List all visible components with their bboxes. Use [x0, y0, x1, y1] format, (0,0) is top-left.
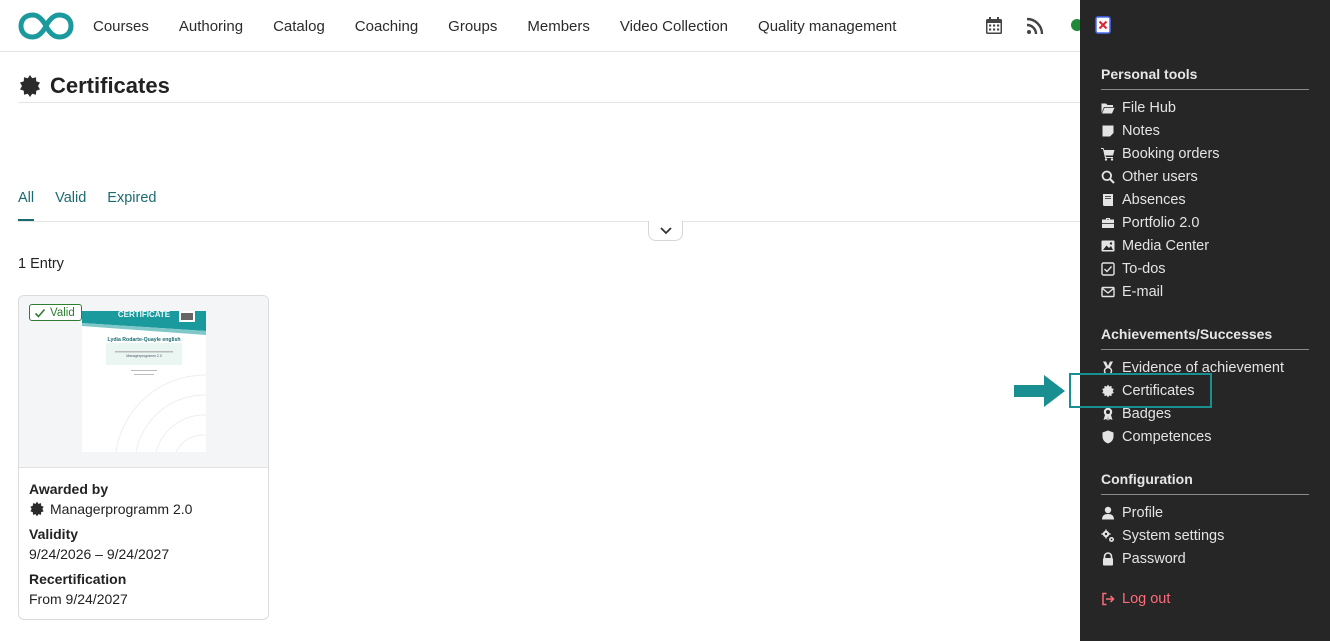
envelope-icon [1101, 286, 1115, 298]
recertification-label: Recertification [29, 571, 127, 587]
award-ribbon-icon [1103, 407, 1113, 421]
menu-profile[interactable]: Profile [1101, 503, 1163, 523]
menu-file-hub[interactable]: File Hub [1101, 98, 1176, 118]
main-nav-links: Courses Authoring Catalog Coaching Group… [93, 0, 926, 52]
awarded-by-label: Awarded by [29, 481, 109, 497]
menu-absences[interactable]: Absences [1101, 190, 1186, 210]
status-badge: Valid [29, 304, 82, 321]
status-badge-label: Valid [50, 306, 75, 319]
menu-email[interactable]: E-mail [1101, 282, 1163, 302]
menu-media-center[interactable]: Media Center [1101, 236, 1209, 256]
tab-expired[interactable]: Expired [107, 190, 156, 222]
note-icon [1102, 125, 1114, 137]
certificate-seal-icon [30, 501, 44, 517]
logout-link[interactable]: Log out [1101, 589, 1170, 609]
folder-open-icon [1101, 103, 1115, 114]
menu-password[interactable]: Password [1101, 549, 1186, 569]
chevron-down-icon [659, 226, 672, 234]
menu-other-users[interactable]: Other users [1101, 167, 1198, 187]
tab-all[interactable]: All [18, 190, 35, 222]
nav-coaching[interactable]: Coaching [355, 18, 418, 35]
shopping-cart-icon [1101, 148, 1115, 161]
shield-icon [1102, 430, 1114, 444]
close-panel-icon[interactable] [1095, 16, 1111, 34]
tab-valid[interactable]: Valid [55, 190, 86, 222]
expand-filters-button[interactable] [648, 221, 683, 241]
gears-icon [1101, 529, 1114, 542]
image-icon [1101, 240, 1115, 252]
annotation-arrow-icon [1014, 375, 1065, 407]
menu-to-dos[interactable]: To-dos [1101, 259, 1166, 279]
menu-portfolio[interactable]: Portfolio 2.0 [1101, 213, 1199, 233]
user-icon [1102, 506, 1114, 520]
nav-members[interactable]: Members [527, 18, 590, 35]
section-configuration: Configuration [1101, 471, 1309, 495]
rss-icon[interactable] [1025, 16, 1045, 36]
openolat-logo-icon[interactable] [18, 11, 74, 41]
section-personal-tools: Personal tools [1101, 66, 1309, 90]
nav-catalog[interactable]: Catalog [273, 18, 325, 35]
nav-video-collection[interactable]: Video Collection [620, 18, 728, 35]
menu-notes[interactable]: Notes [1101, 121, 1160, 141]
book-icon [1103, 194, 1113, 206]
briefcase-icon [1102, 218, 1114, 228]
thumbnail-program: Managerprogramm 2.0 [126, 354, 162, 358]
certificate-thumbnail: CERTIFICATE Lydia Rodarte-Quayle english… [82, 311, 206, 452]
awarded-by-text: Managerprogramm 2.0 [50, 501, 193, 517]
section-achievements: Achievements/Successes [1101, 326, 1309, 350]
validity-value: 9/24/2026 – 9/24/2027 [29, 546, 170, 562]
menu-competences[interactable]: Competences [1101, 427, 1211, 447]
certificate-card[interactable]: CERTIFICATE Lydia Rodarte-Quayle english… [18, 295, 269, 620]
awarded-by-value: Managerprogramm 2.0 [29, 499, 259, 519]
thumbnail-recipient: Lydia Rodarte-Quayle english [107, 337, 180, 343]
search-icon [1101, 170, 1115, 184]
tabs-divider [18, 221, 1080, 222]
menu-booking-orders[interactable]: Booking orders [1101, 144, 1220, 164]
nav-courses[interactable]: Courses [93, 18, 149, 35]
lock-icon [1103, 552, 1113, 566]
certificates-highlight-frame [1069, 373, 1212, 408]
recertification-value: From 9/24/2027 [29, 591, 128, 607]
checkbox-icon [1101, 262, 1115, 276]
nav-groups[interactable]: Groups [448, 18, 497, 35]
certificate-seal-icon [20, 75, 40, 97]
nav-quality-management[interactable]: Quality management [758, 18, 896, 35]
certificate-preview[interactable]: CERTIFICATE Lydia Rodarte-Quayle english… [19, 296, 268, 468]
entry-count: 1 Entry [18, 256, 64, 272]
certificate-document-image: CERTIFICATE Lydia Rodarte-Quayle english… [82, 311, 206, 452]
certificate-details: Awarded by Managerprogramm 2.0 Validity … [29, 479, 259, 614]
page-header: Certificates [18, 72, 1080, 103]
checkmark-icon [34, 308, 46, 318]
calendar-icon[interactable] [984, 16, 1004, 36]
nav-authoring[interactable]: Authoring [179, 18, 243, 35]
menu-system-settings[interactable]: System settings [1101, 526, 1224, 546]
user-tools-panel: Personal tools File Hub Notes Booking or… [1080, 0, 1330, 641]
thumbnail-header: CERTIFICATE [118, 311, 171, 319]
sign-out-icon [1102, 592, 1115, 606]
page-title: Certificates [50, 73, 170, 98]
validity-label: Validity [29, 526, 79, 542]
filter-tabs: All Valid Expired [18, 190, 177, 222]
